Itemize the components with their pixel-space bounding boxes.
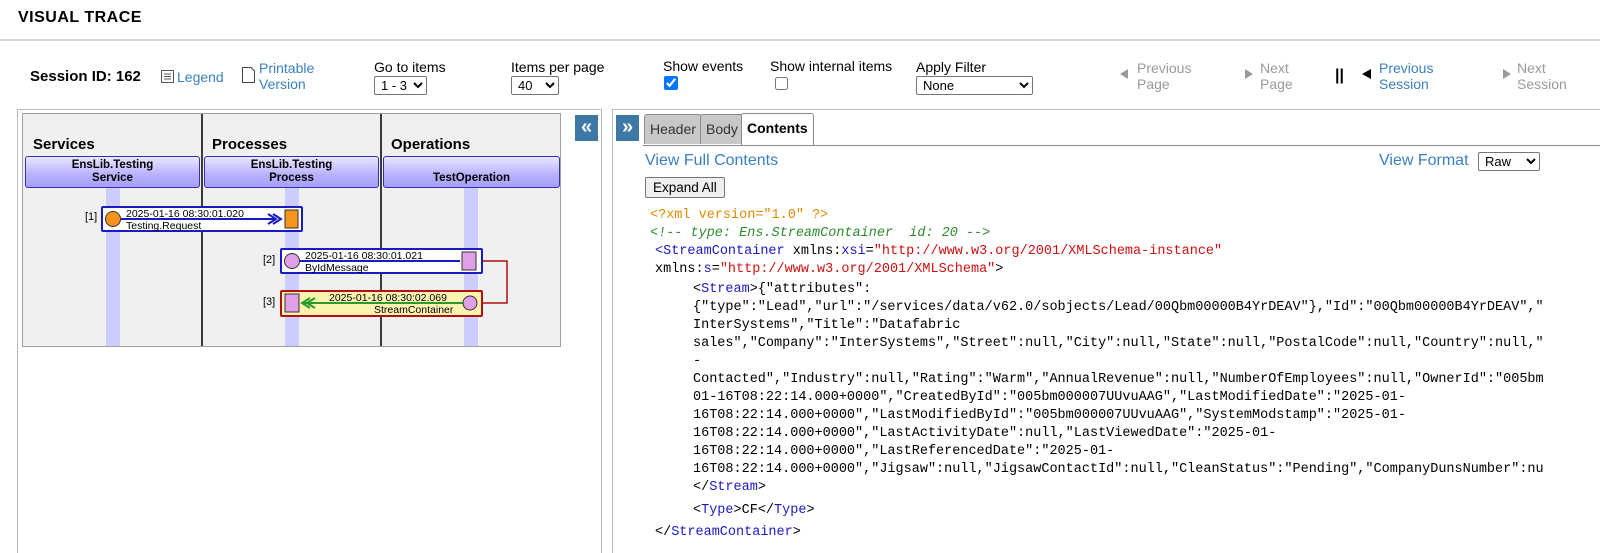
sequence-diagram: Services Processes Operations EnsLib.Tes…: [22, 113, 561, 347]
xml-attr-name: xmlns:: [655, 262, 704, 277]
printable-line1[interactable]: Printable: [259, 60, 314, 76]
previous-page-line1: Previous: [1137, 60, 1192, 76]
view-full-contents-link[interactable]: View Full Contents: [645, 152, 778, 170]
message-connector: [483, 260, 508, 304]
next-page-line1: Next: [1260, 60, 1289, 76]
xml-attr-value: "http://www.w3.org/2001/XMLSchema": [719, 262, 996, 277]
triangle-right-icon: [1503, 69, 1511, 79]
message-number: [2]: [263, 254, 276, 266]
triangle-left-icon: [1120, 69, 1128, 79]
xml-root-open-line1: <StreamContainer xmlns:xsi="http://www.w…: [655, 244, 1223, 259]
xml-stream-line: 01-16T08:22:14.000+0000","CreatedById":"…: [693, 390, 1406, 405]
operation-lane-box[interactable]: TestOperation: [383, 156, 560, 188]
xml-stream-line: {"type":"Lead","url":"/services/data/v62…: [693, 300, 1544, 315]
xml-stream-close: </Stream>: [693, 480, 766, 495]
tab-body[interactable]: Body: [700, 114, 744, 144]
xml-root-open-line2: xmlns:s="http://www.w3.org/2001/XMLSchem…: [655, 262, 1004, 277]
xml-attr-value: "http://www.w3.org/2001/XMLSchema-instan…: [873, 244, 1223, 259]
xml-attr-name: xmlns:: [792, 244, 842, 259]
xml-declaration: <?xml version="1.0" ?>: [650, 208, 829, 223]
xml-stream-line: 16T08:22:14.000+0000","LastReferencedDat…: [693, 444, 1115, 459]
message-time: 2025-01-16 08:30:01.021: [305, 250, 423, 262]
pause-icon[interactable]: ||: [1335, 67, 1344, 85]
xml-stream-line: 16T08:22:14.000+0000","LastModifiedById"…: [693, 408, 1406, 423]
tab-divider: [643, 145, 1600, 146]
view-format-select[interactable]: Raw: [1478, 152, 1540, 171]
xml-type-value: CF: [741, 503, 758, 518]
next-session-line1: Next: [1517, 60, 1546, 76]
printable-line2[interactable]: Version: [259, 76, 306, 92]
previous-session-line2[interactable]: Session: [1379, 76, 1429, 92]
message-time: 2025-01-16 08:30:01.020: [126, 208, 244, 220]
xml-stream-line: Contacted","Industry":null,"Rating":"War…: [693, 372, 1544, 387]
processes-header: Processes: [212, 136, 288, 153]
message-number: [3]: [263, 296, 276, 308]
xml-stream-open: <Stream>{"attributes":: [693, 282, 872, 297]
services-header: Services: [33, 136, 95, 153]
xml-viewer: <?xml version="1.0" ?> <!-- type: Ens.St…: [650, 207, 1600, 553]
message-type: ByIdMessage: [305, 262, 369, 274]
lane-box-line2: TestOperation: [432, 172, 511, 184]
items-per-page-label: Items per page: [511, 59, 605, 75]
lane-box-line2: Service: [92, 172, 133, 184]
xml-stream-tag: Stream: [701, 282, 750, 297]
xml-root-tag: StreamContainer: [671, 525, 793, 540]
message-time: 2025-01-16 08:30:02.069: [329, 292, 447, 304]
title-divider: [0, 39, 1600, 41]
goto-items-select[interactable]: 1 - 3: [374, 76, 427, 95]
xml-root-tag: StreamContainer: [663, 244, 785, 259]
operations-header: Operations: [391, 136, 471, 153]
show-internal-items-checkbox[interactable]: [775, 77, 788, 90]
triangle-right-icon: [1245, 69, 1253, 79]
next-page-line2: Page: [1260, 76, 1293, 92]
session-id-label: Session ID: 162: [30, 68, 141, 85]
xml-stream-line: -: [693, 354, 702, 369]
collapse-panel-button[interactable]: «: [575, 115, 598, 141]
lane-box-line1: EnsLib.Testing: [250, 159, 333, 171]
expand-all-button[interactable]: Expand All: [645, 177, 725, 198]
xml-stream-tag: Stream: [709, 480, 758, 495]
message-number: [1]: [85, 211, 98, 223]
triangle-left-icon: [1362, 69, 1371, 79]
xml-stream-line: {"attributes":: [757, 282, 872, 297]
xml-stream-line: 16T08:22:14.000+0000","LastActivityDate"…: [693, 426, 1277, 441]
xml-type-element: <Type>CF</Type>: [693, 503, 815, 518]
xml-stream-line: InterSystems","Title":"Datafabric: [693, 318, 961, 333]
message-type: Testing.Request: [126, 220, 202, 232]
xml-stream-line: 16T08:22:14.000+0000","Jigsaw":null,"Jig…: [693, 462, 1544, 477]
xml-type-tag: Type: [774, 503, 807, 518]
items-per-page-select[interactable]: 40: [511, 76, 559, 95]
legend-label[interactable]: Legend: [177, 69, 224, 85]
lane-box-line2: Process: [269, 172, 314, 184]
tab-header[interactable]: Header: [644, 114, 702, 144]
xml-attr-prefix: s: [703, 262, 712, 277]
apply-filter-label: Apply Filter: [916, 59, 987, 75]
xml-comment: <!-- type: Ens.StreamContainer id: 20 --…: [650, 226, 991, 241]
view-format-label: View Format: [1379, 152, 1469, 169]
previous-session-line1[interactable]: Previous: [1379, 60, 1433, 76]
page-title: VISUAL TRACE: [18, 9, 142, 26]
process-lane-box[interactable]: EnsLib.Testing Process: [204, 156, 379, 188]
expand-panel-button[interactable]: »: [616, 115, 639, 141]
show-internal-items-label: Show internal items: [770, 58, 893, 74]
message-type: StreamContainer: [374, 304, 454, 316]
xml-attr-prefix: xsi: [841, 244, 866, 259]
lane-box-line1: EnsLib.Testing: [71, 159, 154, 171]
xml-type-tag: Type: [701, 503, 734, 518]
page-icon: [242, 67, 255, 83]
lane-box-line1: [384, 159, 559, 172]
tab-contents[interactable]: Contents: [741, 113, 814, 145]
goto-items-label: Go to items: [374, 59, 446, 75]
next-session-line2: Session: [1517, 76, 1567, 92]
show-events-label: Show events: [663, 58, 744, 74]
xml-stream-line: sales","Company":"InterSystems","Street"…: [693, 336, 1544, 351]
legend-icon: [161, 70, 174, 83]
show-events-checkbox[interactable]: [664, 76, 678, 90]
xml-root-close: </StreamContainer>: [655, 525, 801, 540]
apply-filter-select[interactable]: None: [916, 76, 1033, 95]
service-lane-box[interactable]: EnsLib.Testing Service: [25, 156, 200, 188]
previous-page-line2: Page: [1137, 76, 1170, 92]
